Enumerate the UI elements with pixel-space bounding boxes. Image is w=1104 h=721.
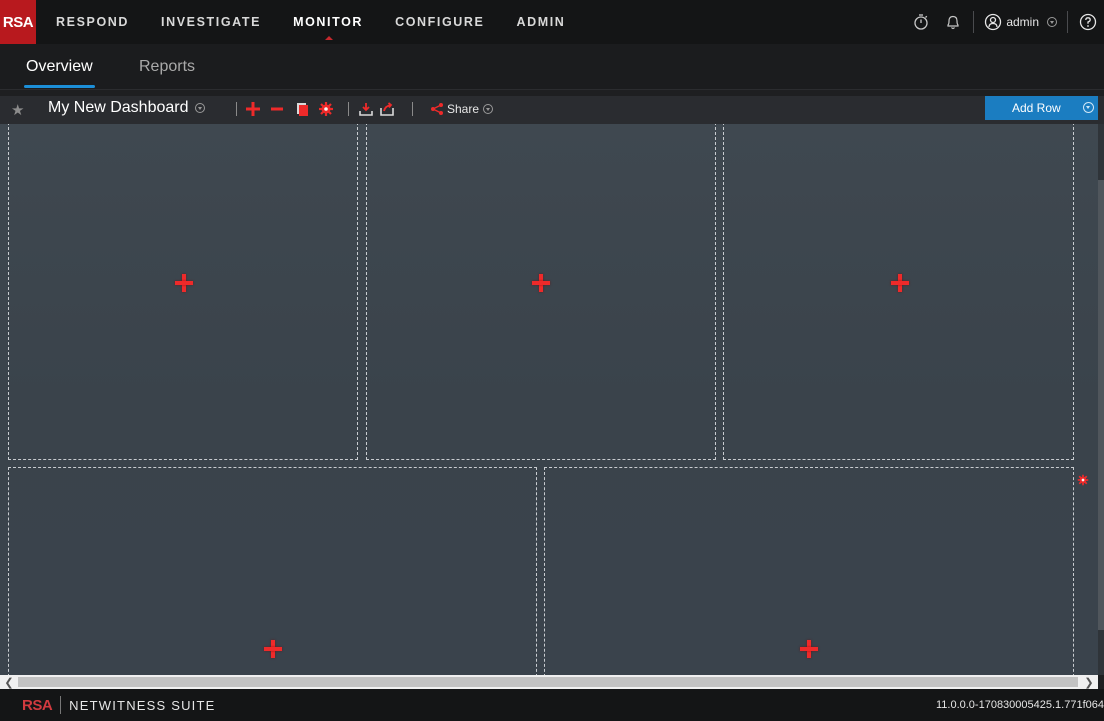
- rsa-logo[interactable]: RSA: [0, 0, 36, 44]
- nav-investigate[interactable]: INVESTIGATE: [145, 0, 277, 44]
- bell-icon[interactable]: [937, 0, 969, 44]
- scroll-left-icon[interactable]: ❮: [2, 675, 16, 689]
- vertical-scrollbar[interactable]: [1098, 124, 1104, 675]
- add-dashlet-icon[interactable]: [532, 274, 550, 292]
- footer: RSA NETWITNESS SUITE 11.0.0.0-1708300054…: [0, 689, 1104, 721]
- user-icon: [985, 13, 1002, 31]
- nav-respond[interactable]: RESPOND: [40, 0, 145, 44]
- user-menu[interactable]: admin: [978, 0, 1063, 44]
- chevron-down-icon: [483, 104, 494, 114]
- nav-configure[interactable]: CONFIGURE: [379, 0, 500, 44]
- export-icon[interactable]: [379, 101, 395, 117]
- dashlet-slot: [723, 124, 1074, 460]
- share-icon: [431, 103, 443, 115]
- toolbar-divider: [412, 102, 413, 116]
- add-row-label: Add Row: [1012, 101, 1061, 115]
- nav-right-tools: admin: [905, 0, 1104, 44]
- import-icon[interactable]: [358, 101, 374, 117]
- dashboard-title[interactable]: My New Dashboard: [48, 99, 205, 117]
- dashboard-title-text: My New Dashboard: [48, 99, 189, 116]
- chevron-down-icon[interactable]: [194, 102, 205, 113]
- dashlet-slot: [8, 124, 358, 460]
- tab-reports[interactable]: Reports: [139, 44, 195, 90]
- footer-divider: [60, 696, 62, 714]
- horizontal-scrollbar[interactable]: ❮ ❯: [0, 675, 1098, 689]
- dashboard-canvas: [0, 124, 1098, 675]
- copy-icon[interactable]: [294, 101, 310, 117]
- scroll-right-icon[interactable]: ❯: [1082, 675, 1096, 689]
- star-icon[interactable]: ★: [11, 101, 24, 119]
- vertical-scrollbar-thumb[interactable]: [1098, 180, 1104, 630]
- product-name: NETWITNESS SUITE: [69, 697, 216, 713]
- app: RSA RESPOND INVESTIGATE MONITOR CONFIGUR…: [0, 0, 1104, 721]
- toolbar-divider: [348, 102, 349, 116]
- add-dashlet-icon[interactable]: [800, 640, 818, 658]
- add-dashlet-icon[interactable]: [891, 274, 909, 292]
- help-icon[interactable]: [1072, 0, 1104, 44]
- nav-monitor[interactable]: MONITOR: [277, 0, 379, 44]
- remove-icon[interactable]: [269, 101, 285, 117]
- add-icon[interactable]: [245, 101, 261, 117]
- horizontal-scrollbar-thumb[interactable]: [18, 677, 1078, 687]
- stopwatch-icon[interactable]: [905, 0, 937, 44]
- add-dashlet-icon[interactable]: [264, 640, 282, 658]
- share-label: Share: [447, 102, 480, 116]
- sub-navigation: Overview Reports: [0, 44, 1104, 90]
- chevron-down-icon: [1047, 17, 1057, 27]
- dashlet-slot: [8, 467, 537, 675]
- nav-divider: [1067, 11, 1068, 33]
- row-settings-gear-icon[interactable]: [1077, 474, 1089, 486]
- nav-admin[interactable]: ADMIN: [500, 0, 581, 44]
- footer-rsa-logo: RSA: [22, 696, 53, 714]
- nav-divider: [973, 11, 975, 33]
- top-navigation: RSA RESPOND INVESTIGATE MONITOR CONFIGUR…: [0, 0, 1104, 44]
- version-label: 11.0.0.0-170830005425.1.771f064: [935, 699, 1104, 711]
- toolbar-divider: [236, 102, 237, 116]
- dashboard-toolbar: ★ My New Dashboard Share Add Row: [0, 96, 1104, 124]
- gear-icon[interactable]: [318, 101, 334, 117]
- share-menu[interactable]: Share: [430, 102, 494, 116]
- add-dashlet-icon[interactable]: [175, 274, 193, 292]
- add-row-button[interactable]: Add Row: [985, 96, 1098, 120]
- username-label: admin: [1006, 15, 1039, 29]
- dashlet-slot: [366, 124, 716, 460]
- tab-overview[interactable]: Overview: [24, 44, 95, 90]
- dashlet-slot: [544, 467, 1074, 675]
- chevron-down-icon[interactable]: [1083, 102, 1094, 113]
